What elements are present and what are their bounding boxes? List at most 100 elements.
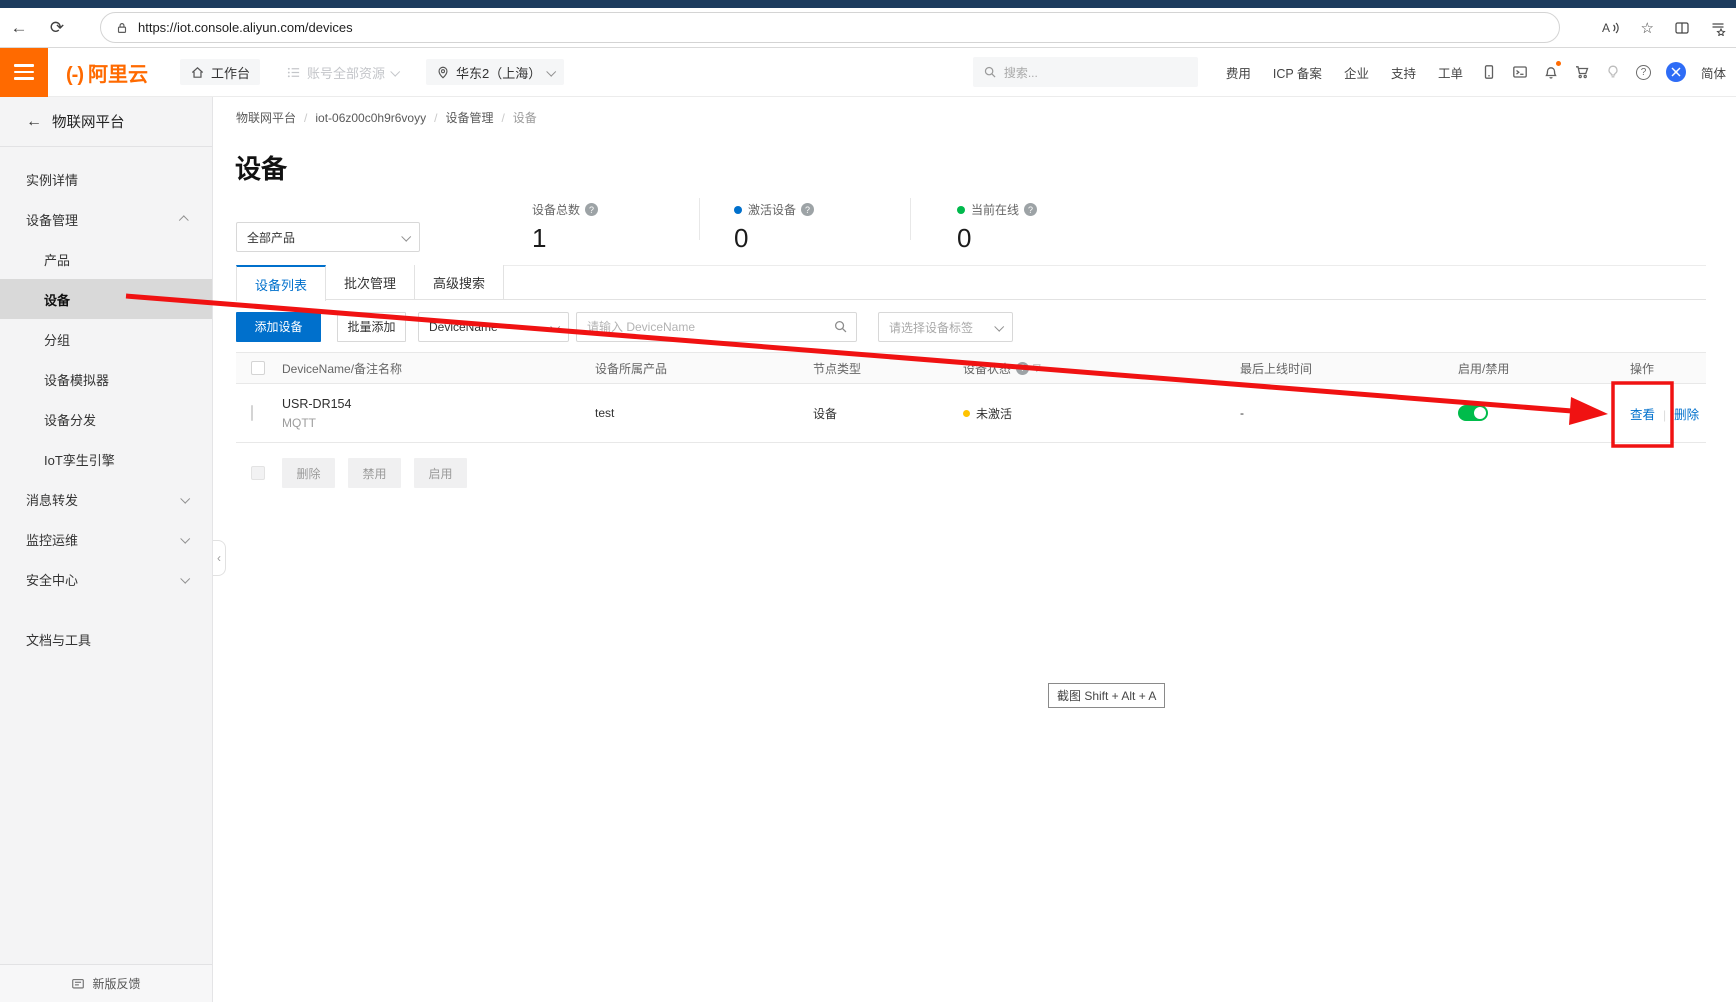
delete-selected-button[interactable]: 删除: [282, 458, 335, 488]
lightbulb-icon[interactable]: [1605, 64, 1621, 80]
activated-dot: [734, 206, 742, 214]
cloud-shell-icon[interactable]: [1512, 64, 1528, 80]
help-icon[interactable]: ?: [1024, 203, 1037, 216]
console-search-input[interactable]: 搜索...: [973, 57, 1198, 87]
header-nav: 费用 ICP 备案 企业 支持 工单: [1226, 63, 1463, 82]
row-checkbox[interactable]: [251, 405, 253, 421]
search-field-value: DeviceName: [429, 320, 498, 334]
sidebar-item-device-distribution[interactable]: 设备分发: [0, 399, 212, 439]
delete-link[interactable]: 删除: [1674, 408, 1699, 422]
sidebar-item-label: 设备管理: [26, 210, 78, 229]
sidebar-item-iot-twin-engine[interactable]: IoT孪生引擎: [0, 439, 212, 479]
workbench-button[interactable]: 工作台: [180, 59, 260, 85]
col-label: 设备状态: [963, 360, 1011, 377]
sidebar-item-groups[interactable]: 分组: [0, 319, 212, 359]
chevron-down-icon: [401, 231, 411, 241]
address-bar[interactable]: https://iot.console.aliyun.com/devices: [100, 12, 1560, 43]
breadcrumb-item[interactable]: iot-06z00c0h9r6voyy: [315, 111, 426, 125]
feedback-button[interactable]: 新版反馈: [0, 964, 212, 1002]
browser-back-button[interactable]: ←: [0, 18, 38, 38]
notifications-bell-icon[interactable]: [1543, 64, 1559, 80]
stat-label: 激活设备: [748, 201, 796, 218]
aliyun-logo[interactable]: (-) 阿里云: [66, 58, 148, 87]
stat-total-devices: 设备总数 ? 1: [532, 201, 598, 254]
region-selector[interactable]: 华东2（上海）: [426, 59, 564, 85]
split-screen-icon[interactable]: [1674, 20, 1690, 36]
device-name[interactable]: USR-DR154: [282, 397, 595, 411]
stat-divider: [910, 198, 911, 240]
col-device-status: 设备状态 ? ▽: [963, 360, 1240, 377]
region-label: 华东2（上海）: [456, 63, 541, 82]
enable-selected-button[interactable]: 启用: [414, 458, 467, 488]
browser-refresh-button[interactable]: ⟳: [38, 18, 76, 38]
svg-text:A: A: [1602, 21, 1610, 35]
breadcrumb-separator: /: [434, 111, 437, 125]
back-arrow-icon[interactable]: ←: [26, 113, 42, 131]
help-icon[interactable]: ?: [1636, 65, 1651, 80]
batch-add-button[interactable]: 批量添加: [337, 312, 406, 342]
search-field-select[interactable]: DeviceName: [418, 312, 569, 342]
tab-batch-management[interactable]: 批次管理: [326, 265, 415, 299]
filter-funnel-icon[interactable]: ▽: [1033, 363, 1041, 374]
stat-divider: [699, 198, 700, 240]
search-icon[interactable]: [833, 319, 848, 334]
nav-enterprise[interactable]: 企业: [1344, 63, 1369, 82]
status-label: 未激活: [976, 405, 1012, 422]
sidebar-item-docs-tools[interactable]: 文档与工具: [0, 619, 212, 659]
table-footer: 删除禁用启用: [236, 443, 1706, 495]
footer-checkbox[interactable]: [251, 466, 265, 480]
sidebar-item-products[interactable]: 产品: [0, 239, 212, 279]
tab-device-list[interactable]: 设备列表: [236, 265, 326, 301]
product-filter-select[interactable]: 全部产品: [236, 222, 420, 252]
mobile-app-icon[interactable]: [1481, 64, 1497, 80]
breadcrumb-item[interactable]: 物联网平台: [236, 109, 296, 126]
select-all-checkbox[interactable]: [251, 361, 265, 375]
tag-filter-select[interactable]: 请选择设备标签: [878, 312, 1013, 342]
avatar[interactable]: [1666, 62, 1686, 82]
add-device-button[interactable]: 添加设备: [236, 312, 321, 342]
chevron-down-icon: [180, 533, 190, 543]
sidebar-item-devices[interactable]: 设备: [0, 279, 212, 319]
favorite-star-icon[interactable]: ☆: [1641, 19, 1654, 37]
aliyun-logo-mark: (-): [66, 64, 83, 87]
nav-tickets[interactable]: 工单: [1438, 63, 1463, 82]
stat-online-devices: 当前在线 ? 0: [957, 201, 1037, 254]
browser-tab-strip: [0, 0, 1736, 8]
sidebar-item-label: 消息转发: [26, 490, 78, 509]
collections-icon[interactable]: [1710, 20, 1726, 36]
sidebar-item-device-management[interactable]: 设备管理: [0, 199, 212, 239]
nav-icp-filing[interactable]: ICP 备案: [1273, 63, 1322, 82]
sidebar-item-security-center[interactable]: 安全中心: [0, 559, 212, 599]
sidebar-item-instance-details[interactable]: 实例详情: [0, 159, 212, 199]
sidebar-item-label: 设备分发: [44, 410, 96, 429]
view-link[interactable]: 查看: [1630, 408, 1655, 422]
sidebar-collapse-handle[interactable]: ‹: [213, 540, 226, 576]
col-actions: 操作: [1630, 360, 1706, 377]
sidebar-item-message-forwarding[interactable]: 消息转发: [0, 479, 212, 519]
main-content: 物联网平台/iot-06z00c0h9r6voyy/设备管理/设备 设备 全部产…: [214, 97, 1736, 1002]
sidebar-item-device-simulator[interactable]: 设备模拟器: [0, 359, 212, 399]
nav-support[interactable]: 支持: [1391, 63, 1416, 82]
stat-activated-devices: 激活设备 ? 0: [734, 201, 814, 254]
help-icon[interactable]: ?: [801, 203, 814, 216]
nav-billing[interactable]: 费用: [1226, 63, 1251, 82]
sidebar-item-monitoring-ops[interactable]: 监控运维: [0, 519, 212, 559]
locale-switcher[interactable]: 简体: [1701, 63, 1726, 82]
sidebar-item-label: 产品: [44, 250, 70, 269]
disable-selected-button[interactable]: 禁用: [348, 458, 401, 488]
account-resources-selector[interactable]: 账号全部资源: [286, 63, 398, 82]
menu-button[interactable]: [0, 48, 48, 97]
cart-icon[interactable]: [1574, 64, 1590, 80]
read-aloud-icon[interactable]: A: [1601, 20, 1621, 36]
device-search-input[interactable]: [576, 312, 857, 342]
help-icon[interactable]: ?: [585, 203, 598, 216]
sidebar-item-label: 监控运维: [26, 530, 78, 549]
tab-advanced-search[interactable]: 高级搜索: [415, 265, 504, 299]
page-title: 设备: [235, 149, 287, 186]
chevron-down-icon: [547, 66, 557, 76]
browser-chrome: ← ⟳ https://iot.console.aliyun.com/devic…: [0, 0, 1736, 48]
help-icon[interactable]: ?: [1016, 362, 1029, 375]
breadcrumb-item[interactable]: 设备管理: [445, 109, 493, 126]
enable-toggle[interactable]: [1458, 405, 1488, 421]
breadcrumb-item: 设备: [513, 109, 537, 126]
